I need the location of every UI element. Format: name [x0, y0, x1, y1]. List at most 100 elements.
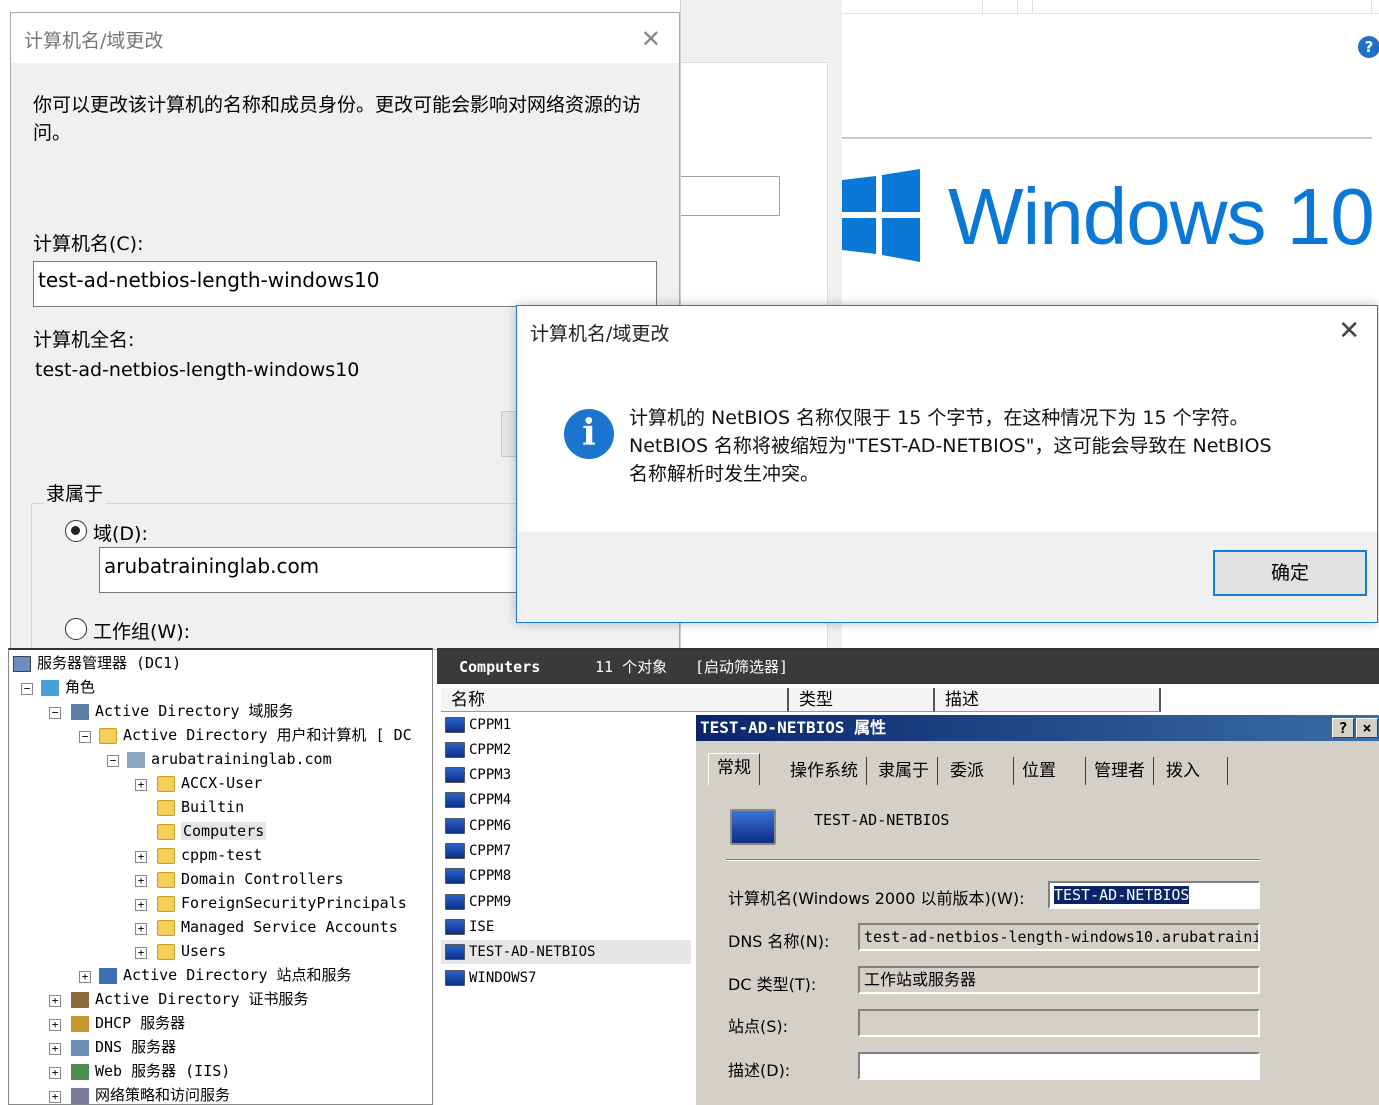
filter-link[interactable]: [启动筛选器]: [695, 650, 788, 684]
tree-item-ad-cs[interactable]: Active Directory 证书服务: [71, 988, 309, 1010]
column-header-name[interactable]: 名称: [441, 688, 789, 712]
expand-icon[interactable]: +: [49, 1091, 61, 1103]
member-of-label: 隶属于: [43, 479, 107, 506]
list-item[interactable]: CPPM4: [445, 788, 511, 812]
dialog-title: 计算机名/域更改: [24, 30, 164, 52]
collapse-icon[interactable]: −: [49, 707, 61, 719]
tree-item-ad-ds[interactable]: Active Directory 域服务: [71, 700, 294, 722]
dns-name-label: DNS 名称(N):: [728, 932, 830, 951]
domain-radio[interactable]: [65, 520, 87, 542]
server-manager-tree: 服务器管理器 (DC1) − 角色 − Active Directory 域服务…: [8, 648, 433, 1105]
collapse-icon[interactable]: −: [21, 683, 33, 695]
background-top-bar: [842, 0, 1379, 14]
prewin-name-field[interactable]: TEST-AD-NETBIOS: [1048, 881, 1260, 909]
tab-managed-by[interactable]: 管理者: [1086, 757, 1154, 785]
close-button[interactable]: ×: [1356, 718, 1378, 738]
list-item[interactable]: CPPM8: [445, 864, 511, 888]
sites-icon: [99, 967, 117, 984]
expand-icon[interactable]: +: [49, 1043, 61, 1055]
folder-icon: [157, 823, 175, 840]
properties-title-bar: TEST-AD-NETBIOS 属性 ? ×: [696, 715, 1379, 741]
tab-general[interactable]: 常规: [708, 753, 760, 785]
list-item[interactable]: CPPM7: [445, 839, 511, 863]
list-header: Computers 11 个对象 [启动筛选器]: [437, 650, 1379, 684]
column-header-desc[interactable]: 描述: [935, 688, 1161, 712]
tab-location[interactable]: 位置: [1014, 757, 1086, 785]
tree-item-iis[interactable]: Web 服务器 (IIS): [71, 1060, 230, 1082]
list-item-selected[interactable]: TEST-AD-NETBIOS: [441, 940, 691, 964]
expand-icon[interactable]: +: [135, 851, 147, 863]
folder-icon: [157, 919, 175, 936]
workgroup-label: 工作组(W):: [93, 621, 191, 643]
tree-item-ad-sites[interactable]: Active Directory 站点和服务: [99, 964, 352, 986]
expand-icon[interactable]: +: [135, 779, 147, 791]
site-field[interactable]: [858, 1009, 1260, 1037]
tab-os[interactable]: 操作系统: [782, 757, 867, 785]
expand-icon[interactable]: +: [79, 971, 91, 983]
expand-icon[interactable]: +: [135, 899, 147, 911]
tree-item-managed-service[interactable]: Managed Service Accounts: [157, 916, 398, 938]
domain-icon: [127, 751, 145, 768]
list-item[interactable]: CPPM9: [445, 890, 511, 914]
tab-delegation[interactable]: 委派: [942, 757, 1014, 785]
help-icon[interactable]: ?: [1358, 36, 1379, 58]
tree-item-nps[interactable]: 网络策略和访问服务: [71, 1084, 230, 1104]
tree-item-accx-user[interactable]: ACCX-User: [157, 772, 262, 794]
list-item[interactable]: WINDOWS7: [445, 966, 536, 990]
expand-icon[interactable]: +: [135, 923, 147, 935]
tree-item-users[interactable]: Users: [157, 940, 226, 962]
list-item[interactable]: CPPM6: [445, 814, 511, 838]
expand-icon[interactable]: +: [135, 875, 147, 887]
expand-icon[interactable]: +: [49, 1019, 61, 1031]
tree-item-foreign-security[interactable]: ForeignSecurityPrincipals: [157, 892, 407, 914]
workgroup-radio[interactable]: [65, 618, 87, 640]
computer-name-input[interactable]: test-ad-netbios-length-windows10: [33, 261, 657, 307]
close-icon[interactable]: ✕: [1338, 316, 1360, 346]
dns-name-field[interactable]: test-ad-netbios-length-windows10.arubatr…: [858, 923, 1260, 951]
list-item[interactable]: CPPM2: [445, 738, 511, 762]
help-button[interactable]: ?: [1332, 718, 1354, 738]
column-header-type[interactable]: 类型: [789, 688, 935, 712]
book-icon: [99, 727, 117, 744]
dhcp-icon: [71, 1015, 89, 1032]
properties-title: TEST-AD-NETBIOS 属性: [700, 718, 887, 737]
tree-item-dhcp[interactable]: DHCP 服务器: [71, 1012, 185, 1034]
tree-item-server-manager[interactable]: 服务器管理器 (DC1): [13, 652, 181, 674]
expand-icon[interactable]: +: [135, 947, 147, 959]
full-name-label: 计算机全名:: [33, 329, 135, 351]
dns-icon: [71, 1039, 89, 1056]
dialog-description: 你可以更改该计算机的名称和成员身份。更改可能会影响对网络资源的访问。: [33, 94, 642, 144]
tree-item-domain[interactable]: arubatraininglab.com: [127, 748, 332, 770]
description-field[interactable]: [858, 1052, 1260, 1080]
collapse-icon[interactable]: −: [79, 731, 91, 743]
object-name: TEST-AD-NETBIOS: [814, 811, 950, 829]
tree-item-ad-users-computers[interactable]: Active Directory 用户和计算机 [ DC: [99, 724, 412, 746]
computer-icon: [445, 767, 465, 783]
domain-label: 域(D):: [93, 523, 148, 545]
list-item[interactable]: CPPM1: [445, 713, 511, 737]
ok-button[interactable]: 确定: [1213, 550, 1367, 596]
collapse-icon[interactable]: −: [107, 755, 119, 767]
domain-input[interactable]: arubatraininglab.com: [99, 547, 519, 593]
tree-item-dns[interactable]: DNS 服务器: [71, 1036, 176, 1058]
tree-item-computers[interactable]: Computers: [157, 820, 267, 842]
tree-item-roles[interactable]: 角色: [41, 676, 95, 698]
expand-icon[interactable]: +: [49, 995, 61, 1007]
computer-icon: [445, 868, 465, 884]
message-body: 计算机的 NetBIOS 名称仅限于 15 个字节，在这种情况下为 15 个字符…: [629, 404, 1329, 488]
tab-dial-in[interactable]: 拨入: [1158, 757, 1228, 785]
dc-type-field[interactable]: 工作站或服务器: [858, 966, 1260, 994]
computer-icon: [445, 894, 465, 910]
folder-icon: [157, 847, 175, 864]
close-icon[interactable]: ✕: [641, 25, 661, 53]
divider: [842, 137, 1372, 139]
expand-icon[interactable]: +: [49, 1067, 61, 1079]
tree-item-builtin[interactable]: Builtin: [157, 796, 244, 818]
computer-icon: [445, 970, 465, 986]
tree-item-domain-controllers[interactable]: Domain Controllers: [157, 868, 344, 890]
list-item[interactable]: CPPM3: [445, 763, 511, 787]
tab-member-of[interactable]: 隶属于: [870, 757, 938, 785]
tree-item-cppm-test[interactable]: cppm-test: [157, 844, 262, 866]
list-item[interactable]: ISE: [445, 915, 494, 939]
certificate-icon: [71, 991, 89, 1008]
